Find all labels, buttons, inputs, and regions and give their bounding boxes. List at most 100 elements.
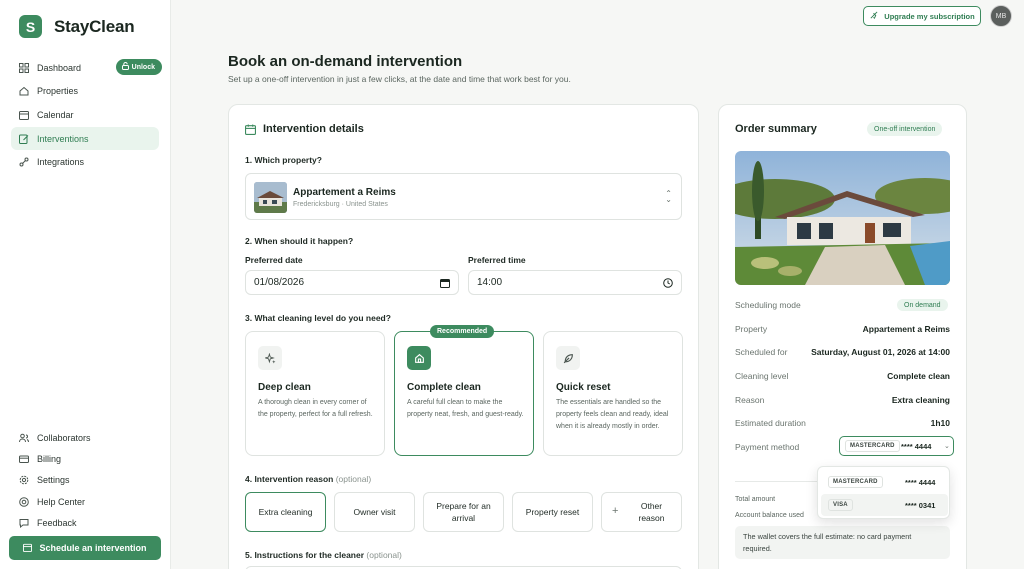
level-title: Quick reset [556,382,611,393]
card-number: **** 4444 [901,442,932,451]
property-name: Appartement a Reims [293,187,396,198]
reason-property-reset[interactable]: Property reset [512,492,593,532]
reason-extra-cleaning[interactable]: Extra cleaning [245,492,326,532]
balance-used-label: Account balance used [735,512,804,519]
calendar-icon [23,543,33,554]
summary-row-duration: Estimated duration 1h10 [735,418,950,430]
recommended-badge: Recommended [430,325,495,338]
dashboard-icon [19,62,29,73]
question-instructions-label: 5. Instructions for the cleaner [245,550,365,560]
card-number: **** 0341 [905,501,936,510]
level-card-complete-clean[interactable]: Complete clean A careful full clean to m… [394,331,534,456]
card-brand: MASTERCARD [828,476,883,488]
sidebar-item-label: Help Center [37,496,86,507]
sidebar-bottom-nav: Collaborators Billing Settings Help Cent… [11,427,159,533]
summary-row-scheduled-for: Scheduled for Saturday, August 01, 2026 … [735,347,950,359]
brand-logo: S [19,15,42,38]
clock-icon[interactable] [663,278,673,290]
property-select[interactable]: Appartement a Reims Fredericksburg · Uni… [245,173,682,220]
summary-key: Reason [735,395,765,405]
summary-row-reason: Reason Extra cleaning [735,395,950,407]
page-title: Book an on-demand intervention [228,53,463,70]
sidebar-item-interventions[interactable]: Interventions [11,127,159,151]
level-description: A thorough clean in every corner of the … [258,399,373,418]
chevron-down-icon: ⌄ [944,443,950,450]
sidebar-item-integrations[interactable]: Integrations [11,151,159,174]
sidebar-item-settings[interactable]: Settings [11,470,159,491]
summary-key: Payment method [735,442,800,452]
sidebar-item-label: Billing [37,453,62,464]
sidebar-item-help-center[interactable]: Help Center [11,491,159,512]
summary-key: Estimated duration [735,418,806,428]
sidebar-item-label: Dashboard [37,62,82,73]
sidebar-item-collaborators[interactable]: Collaborators [11,427,159,448]
date-label: Preferred date [245,255,303,265]
summary-value: Complete clean [887,371,950,381]
level-card-quick-reset[interactable]: Quick reset The essentials are handled s… [543,331,683,456]
question-property: 1. Which property? [245,155,322,165]
sidebar-item-label: Integrations [37,157,85,168]
payment-option-visa[interactable]: VISA **** 0341 [821,494,948,516]
brand[interactable]: S StayClean [19,15,135,38]
upgrade-button[interactable]: Upgrade my subscription [863,6,981,26]
one-off-badge: One-off intervention [867,122,943,136]
summary-key: Scheduled for [735,347,788,357]
question-cleaning-level: 3. What cleaning level do you need? [245,313,391,323]
property-location: Fredericksburg · United States [293,201,388,208]
rocket-icon [869,11,878,22]
users-icon [19,433,29,443]
calendar-icon[interactable] [440,278,450,290]
question-instructions: 5. Instructions for the cleaner (optiona… [245,550,402,560]
reason-prepare-arrival[interactable]: Prepare for an arrival [423,492,504,532]
sidebar-nav: Dashboard Unlock Properties Calendar Int… [11,56,162,174]
sidebar-item-calendar[interactable]: Calendar [11,103,159,126]
total-amount-label: Total amount [735,496,776,503]
reason-owner-visit[interactable]: Owner visit [334,492,415,532]
property-thumbnail [254,182,287,213]
help-icon [19,496,29,507]
date-input[interactable]: 01/08/2026 [245,270,459,295]
sidebar-item-label: Properties [37,86,79,97]
chevron-updown-icon: ⌃ ⌄ [665,189,672,204]
sidebar-item-label: Settings [37,475,70,486]
payment-option-mastercard[interactable]: MASTERCARD **** 4444 [821,471,948,493]
sidebar-item-label: Calendar [37,109,74,120]
sparkles-icon [258,346,282,370]
payment-method-select[interactable]: MASTERCARD **** 4444 ⌄ [839,436,954,456]
plus-icon: + [612,505,619,517]
sidebar-item-properties[interactable]: Properties [11,80,159,103]
details-title: Intervention details [263,123,364,135]
level-title: Complete clean [407,382,481,393]
card-number: **** 4444 [905,478,936,487]
house-icon [407,346,431,370]
reason-other-label: Other reason [638,501,665,523]
lock-icon [121,62,129,72]
unlock-label: Unlock [131,63,155,71]
edit-icon [19,134,29,144]
leaf-icon [556,346,580,370]
calendar-icon [19,110,29,120]
card-brand: MASTERCARD [845,440,900,452]
sidebar-item-feedback[interactable]: Feedback [11,512,159,533]
property-photo [735,151,950,285]
brand-name: StayClean [54,16,135,36]
level-card-deep-clean[interactable]: Deep clean A thorough clean in every cor… [245,331,385,456]
feedback-icon [19,518,29,528]
unlock-badge[interactable]: Unlock [115,59,162,75]
avatar[interactable]: MB [990,5,1012,27]
time-label: Preferred time [468,255,526,265]
sidebar-item-billing[interactable]: Billing [11,448,159,469]
time-input[interactable]: 14:00 [468,270,682,295]
reason-other[interactable]: + Other reason [601,492,682,532]
summary-key: Property [735,324,768,334]
summary-value: Appartement a Reims [862,324,950,334]
question-reason-label: 4. Intervention reason [245,474,334,484]
home-icon [19,86,29,96]
on-demand-badge: On demand [897,299,948,311]
schedule-intervention-button[interactable]: Schedule an intervention [9,536,161,560]
sidebar-item-dashboard[interactable]: Dashboard Unlock [11,56,162,79]
date-value: 01/08/2026 [254,277,305,288]
sidebar-item-label: Interventions [37,133,89,144]
sidebar-item-label: Collaborators [37,432,91,443]
integrations-icon [19,157,29,167]
